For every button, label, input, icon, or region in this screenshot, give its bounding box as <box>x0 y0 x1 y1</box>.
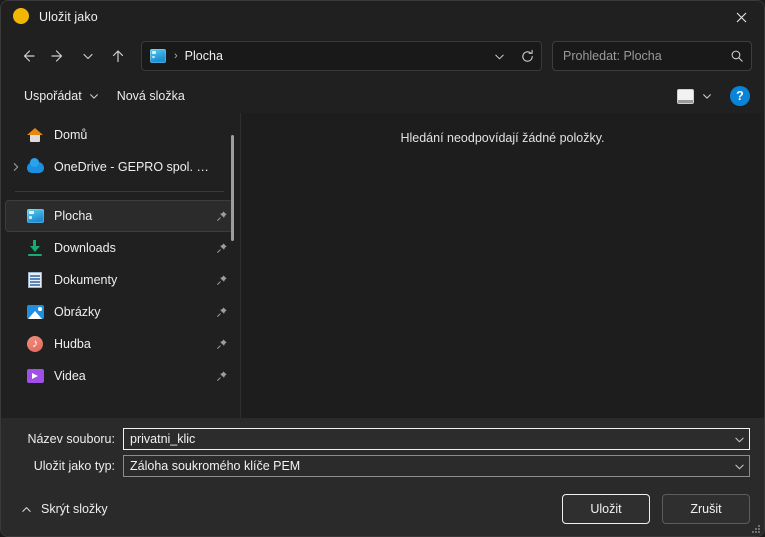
sidebar-item-obrazky[interactable]: Obrázky <box>5 296 234 328</box>
chevron-down-icon <box>89 91 99 101</box>
save-label: Uložit <box>590 502 622 516</box>
sidebar-scrollbar[interactable] <box>231 135 234 241</box>
navigation-bar: › Plocha <box>1 33 764 79</box>
app-circle-icon <box>13 8 29 24</box>
sidebar-item-label: Obrázky <box>54 305 101 319</box>
hide-folders-label: Skrýt složky <box>41 502 108 516</box>
view-chevron-down-icon <box>702 91 712 101</box>
new-folder-button[interactable]: Nová složka <box>108 83 194 109</box>
sidebar-item-label: Downloads <box>54 241 116 255</box>
sidebar-item-hudba[interactable]: Hudba <box>5 328 234 360</box>
filename-combo[interactable] <box>123 428 750 450</box>
address-bar[interactable]: › Plocha <box>141 41 542 71</box>
expand-chevron-right-icon[interactable] <box>6 162 26 172</box>
up-icon[interactable] <box>103 41 133 71</box>
filetype-value[interactable] <box>124 456 729 476</box>
back-icon[interactable] <box>13 41 43 71</box>
sidebar-item-label: Dokumenty <box>54 273 118 287</box>
filetype-chevron-down-icon[interactable] <box>729 461 749 472</box>
save-form: Název souboru: Uložit jako typ: <box>1 418 764 482</box>
sidebar-item-label: Plocha <box>54 209 93 223</box>
sidebar-item-dokumenty[interactable]: Dokumenty <box>5 264 234 296</box>
sidebar-divider <box>15 191 224 192</box>
save-as-dialog: Uložit jako › Plocha Prohledat: Plocha U… <box>0 0 765 537</box>
filetype-combo[interactable] <box>123 455 750 477</box>
breadcrumb[interactable]: › Plocha <box>142 49 485 63</box>
music-icon <box>26 334 44 353</box>
view-mode-icon <box>677 88 694 104</box>
help-icon[interactable]: ? <box>730 86 750 106</box>
cloud-icon <box>26 157 44 176</box>
pictures-icon <box>26 303 44 321</box>
save-button[interactable]: Uložit <box>562 494 650 524</box>
navigation-sidebar: Domů OneDrive - GEPRO spol. s r.o Plocha <box>1 113 241 418</box>
empty-state-message: Hledání neodpovídají žádné položky. <box>400 131 605 145</box>
cancel-button[interactable]: Zrušit <box>662 494 750 524</box>
dialog-body: Domů OneDrive - GEPRO spol. s r.o Plocha <box>1 113 764 418</box>
sidebar-item-plocha[interactable]: Plocha <box>5 200 234 232</box>
hide-folders-button[interactable]: Skrýt složky <box>15 498 114 520</box>
filename-label: Název souboru: <box>27 432 115 446</box>
video-icon <box>26 367 44 385</box>
search-icon[interactable] <box>723 49 751 63</box>
search-box[interactable] <box>552 41 752 71</box>
pin-icon[interactable] <box>211 306 233 318</box>
home-icon <box>26 126 44 144</box>
help-label: ? <box>736 88 744 103</box>
chevron-up-icon <box>21 504 32 515</box>
sidebar-item-downloads[interactable]: Downloads <box>5 232 234 264</box>
file-list-area[interactable]: Hledání neodpovídají žádné položky. <box>241 113 764 418</box>
pin-icon[interactable] <box>211 338 233 350</box>
recent-locations-chevron-down-icon[interactable] <box>73 41 103 71</box>
sidebar-item-label: Hudba <box>54 337 91 351</box>
breadcrumb-separator: › <box>174 50 178 62</box>
window-title: Uložit jako <box>39 10 98 24</box>
forward-icon[interactable] <box>43 41 73 71</box>
pin-icon[interactable] <box>211 242 233 254</box>
new-folder-label: Nová složka <box>116 89 185 103</box>
filetype-row: Uložit jako typ: <box>15 455 750 477</box>
organize-label: Uspořádat <box>24 89 82 103</box>
filename-row: Název souboru: <box>15 428 750 450</box>
document-icon <box>26 271 44 289</box>
organize-button[interactable]: Uspořádat <box>15 83 108 109</box>
sidebar-item-videa[interactable]: Videa <box>5 360 234 392</box>
desktop-icon <box>150 49 166 63</box>
desktop-icon <box>26 207 44 225</box>
refresh-icon[interactable] <box>513 42 541 70</box>
window-controls <box>718 1 764 33</box>
sidebar-item-onedrive[interactable]: OneDrive - GEPRO spol. s r.o <box>5 151 234 183</box>
filename-chevron-down-icon[interactable] <box>729 434 749 445</box>
sidebar-item-home[interactable]: Domů <box>5 119 234 151</box>
command-bar: Uspořádat Nová složka ? <box>1 79 764 113</box>
breadcrumb-path: Plocha <box>184 49 223 63</box>
sidebar-item-label: OneDrive - GEPRO spol. s r.o <box>54 160 211 174</box>
filename-input[interactable] <box>124 429 729 449</box>
close-icon[interactable] <box>718 1 764 33</box>
view-mode-button[interactable] <box>671 83 718 109</box>
pin-icon[interactable] <box>211 370 233 382</box>
pin-icon[interactable] <box>211 274 233 286</box>
sidebar-item-label: Videa <box>54 369 86 383</box>
dialog-button-bar: Skrýt složky Uložit Zrušit <box>1 482 764 536</box>
sidebar-item-label: Domů <box>54 128 88 142</box>
cancel-label: Zrušit <box>690 502 722 516</box>
address-chevron-down-icon[interactable] <box>485 42 513 70</box>
title-bar: Uložit jako <box>1 1 764 33</box>
search-input[interactable] <box>553 49 723 63</box>
download-icon <box>26 239 44 257</box>
resize-grip[interactable] <box>750 523 760 533</box>
filetype-label: Uložit jako typ: <box>33 459 115 473</box>
pin-icon[interactable] <box>211 210 233 222</box>
